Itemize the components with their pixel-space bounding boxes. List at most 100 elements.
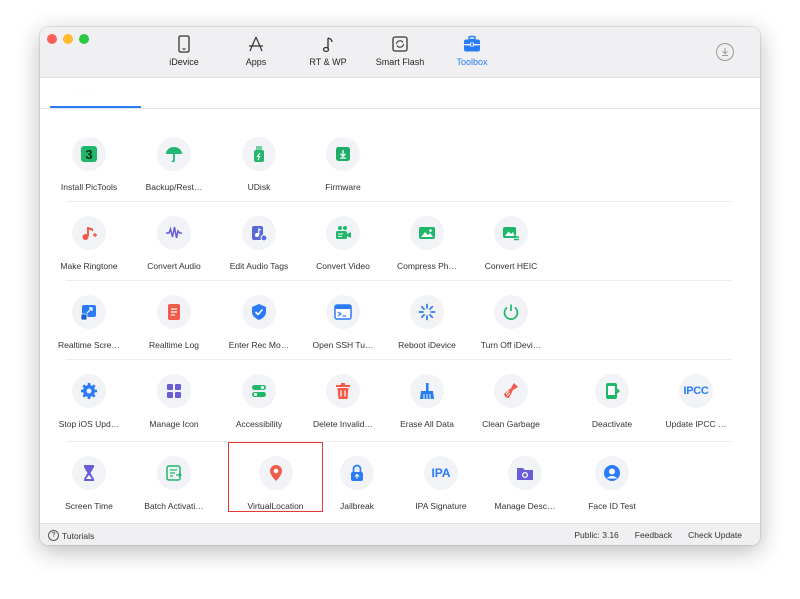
tool-virtual-location[interactable]: VirtualLocation xyxy=(228,442,323,512)
umbrella-icon xyxy=(157,137,191,171)
tool-grid: 3 Install PicTools Backup/Rest… UDisk Fi… xyxy=(40,109,760,525)
tool-label: Convert Audio xyxy=(147,261,201,271)
tool-label: Accessibility xyxy=(235,419,283,429)
ipcc-icon: IPCC xyxy=(679,374,713,408)
tool-open-ssh-tunnel[interactable]: Open SSH Tu… xyxy=(300,295,386,365)
ipa-icon: IPA xyxy=(424,456,458,490)
tool-edit-audio-tags[interactable]: Edit Audio Tags xyxy=(216,216,302,286)
tool-turn-off-idevice[interactable]: Turn Off iDevi… xyxy=(468,295,554,365)
tutorials-label: Tutorials xyxy=(62,530,95,541)
download-button[interactable] xyxy=(716,43,734,61)
tool-accessibility[interactable]: Accessibility xyxy=(216,374,302,444)
tool-label: Face ID Test xyxy=(588,501,636,511)
tab-apps[interactable]: Apps xyxy=(220,33,292,73)
tool-update-ipcc[interactable]: IPCC Update IPCC … xyxy=(653,374,739,444)
tool-label: Erase All Data xyxy=(400,419,454,429)
tool-backup-restore[interactable]: Backup/Rest… xyxy=(131,137,217,207)
zoom-window-button[interactable] xyxy=(79,34,89,44)
terminal-icon xyxy=(326,295,360,329)
grid-apps-icon xyxy=(157,374,191,408)
tab-idevice[interactable]: iDevice xyxy=(148,33,220,73)
app-window: iDevice Apps RT & WP Smart Flash Toolbox… xyxy=(40,27,760,545)
toolbox-icon xyxy=(464,35,480,52)
tool-udisk[interactable]: UDisk xyxy=(216,137,302,207)
tool-label: Update IPCC … xyxy=(665,419,727,429)
tool-enter-recovery-mode[interactable]: Enter Rec Mo… xyxy=(216,295,302,365)
ipcc-icon-text: IPCC xyxy=(683,385,709,397)
tool-compress-photo[interactable]: Compress Ph… xyxy=(384,216,470,286)
tool-face-id-test[interactable]: Face ID Test xyxy=(569,456,655,526)
status-bar: ? Tutorials Public: 3.16 Feedback Check … xyxy=(40,523,760,545)
tab-label: iDevice xyxy=(169,57,199,67)
tool-screen-time[interactable]: Screen Time xyxy=(46,456,132,526)
gear-icon xyxy=(72,374,106,408)
tool-stop-ios-update[interactable]: Stop iOS Upd… xyxy=(46,374,132,444)
tab-label: Toolbox xyxy=(456,57,488,67)
tool-clean-garbage[interactable]: Clean Garbage xyxy=(468,374,554,444)
clean-brush-icon xyxy=(494,374,528,408)
tool-realtime-log[interactable]: Realtime Log xyxy=(131,295,217,365)
tool-label: Compress Ph… xyxy=(397,261,457,271)
audio-tag-icon xyxy=(242,216,276,250)
ipa-icon-text: IPA xyxy=(431,466,451,480)
appstore-icon xyxy=(249,36,263,52)
tool-realtime-screen[interactable]: Realtime Scre… xyxy=(46,295,132,365)
sub-tab-placeholder[interactable]: · · · xyxy=(78,88,128,98)
tool-install-pictools[interactable]: 3 Install PicTools xyxy=(46,137,132,207)
music-note-icon xyxy=(322,37,333,53)
tool-label: Batch Activati… xyxy=(144,501,204,511)
tool-delete-invalid[interactable]: Delete Invalid… xyxy=(300,374,386,444)
tool-label: Firmware xyxy=(325,182,361,192)
tool-label: Enter Rec Mo… xyxy=(228,340,290,350)
tool-convert-audio[interactable]: Convert Audio xyxy=(131,216,217,286)
tool-convert-video[interactable]: Convert Video xyxy=(300,216,386,286)
tab-rt-wp[interactable]: RT & WP xyxy=(292,33,364,73)
close-window-button[interactable] xyxy=(47,34,57,44)
heic-image-icon xyxy=(494,216,528,250)
tool-label: Make Ringtone xyxy=(60,261,118,271)
tool-label: Convert Video xyxy=(316,261,370,271)
help-question-icon: ? xyxy=(48,530,59,541)
active-sub-tab-indicator xyxy=(50,106,141,108)
tool-manage-description[interactable]: Manage Desc… xyxy=(482,456,568,526)
tool-label: Install PicTools xyxy=(60,182,118,192)
tab-toolbox[interactable]: Toolbox xyxy=(436,33,508,73)
tool-manage-icon[interactable]: Manage Icon xyxy=(131,374,217,444)
settings-folder-icon xyxy=(508,456,542,490)
titlebar: iDevice Apps RT & WP Smart Flash Toolbox xyxy=(40,27,760,78)
log-document-icon xyxy=(157,295,191,329)
tool-label: Deactivate xyxy=(591,419,633,429)
tool-firmware[interactable]: Firmware xyxy=(300,137,386,207)
tool-batch-activation[interactable]: Batch Activati… xyxy=(131,456,217,526)
ringtone-icon xyxy=(72,216,106,250)
tool-convert-heic[interactable]: Convert HEIC xyxy=(468,216,554,286)
tool-erase-all-data[interactable]: Erase All Data xyxy=(384,374,470,444)
tool-deactivate[interactable]: Deactivate xyxy=(569,374,655,444)
tab-label: Apps xyxy=(245,57,267,67)
toggle-icon xyxy=(242,374,276,408)
broom-icon xyxy=(410,374,444,408)
tool-label: Reboot iDevice xyxy=(398,340,456,350)
tab-smart-flash[interactable]: Smart Flash xyxy=(364,33,436,73)
tool-label: Delete Invalid… xyxy=(312,419,373,429)
hourglass-icon xyxy=(72,456,106,490)
version-label: Public: 3.16 xyxy=(574,530,619,540)
tool-reboot-idevice[interactable]: Reboot iDevice xyxy=(384,295,470,365)
tool-jailbreak[interactable]: Jailbreak xyxy=(314,456,400,526)
pictools-3-icon: 3 xyxy=(72,137,106,171)
minimize-window-button[interactable] xyxy=(63,34,73,44)
tool-label: UDisk xyxy=(247,182,271,192)
tool-ipa-signature[interactable]: IPA IPA Signature xyxy=(398,456,484,526)
feedback-link[interactable]: Feedback xyxy=(635,530,672,540)
deactivate-phone-icon xyxy=(595,374,629,408)
shield-check-icon xyxy=(242,295,276,329)
location-pin-icon xyxy=(258,456,293,490)
waveform-icon xyxy=(157,216,191,250)
screen-mirror-icon xyxy=(72,295,106,329)
tool-label: Stop iOS Upd… xyxy=(58,419,120,429)
tool-label: Manage Desc… xyxy=(494,501,556,511)
tool-label: Screen Time xyxy=(65,501,113,511)
tutorials-link[interactable]: ? Tutorials xyxy=(48,530,94,541)
check-update-link[interactable]: Check Update xyxy=(688,530,742,540)
tool-make-ringtone[interactable]: Make Ringtone xyxy=(46,216,132,286)
